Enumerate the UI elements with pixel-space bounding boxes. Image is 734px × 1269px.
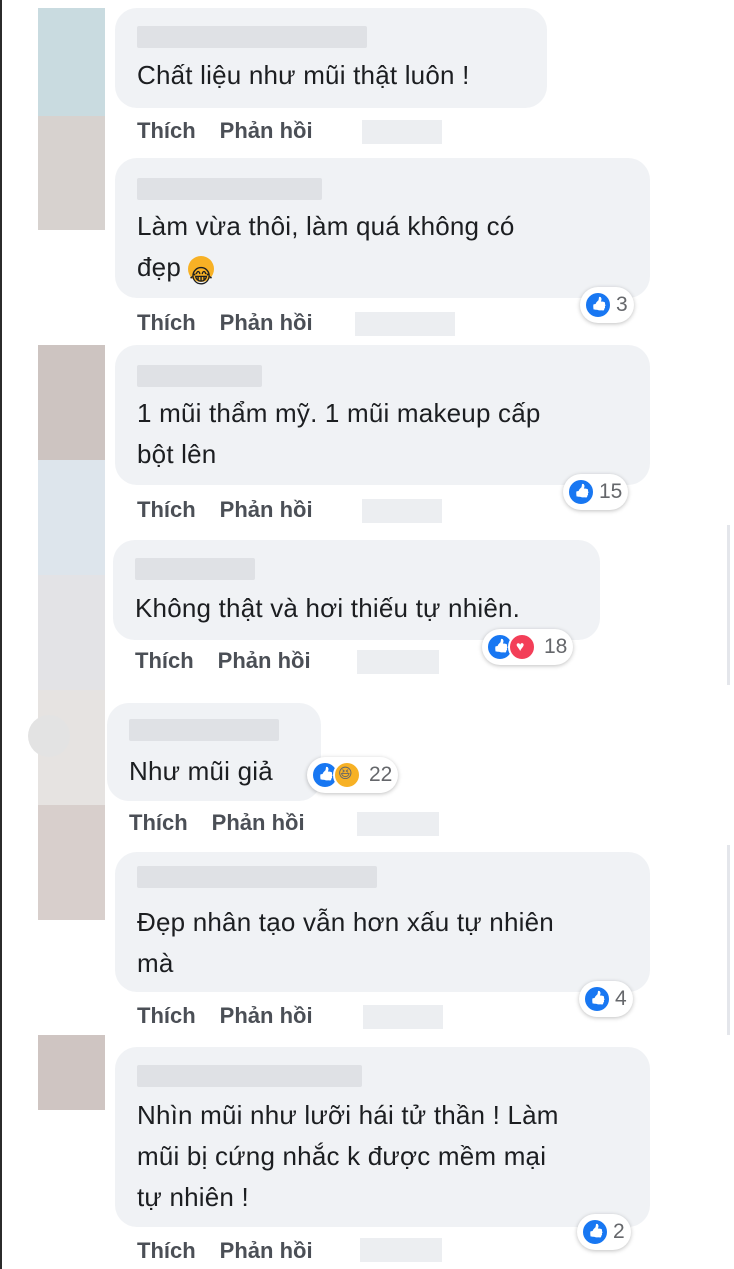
right-border	[727, 525, 730, 685]
comment-text: tự nhiên !	[137, 1182, 249, 1212]
avatar[interactable]	[38, 460, 105, 575]
comment-bubble: Chất liệu như mũi thật luôn !	[115, 8, 547, 108]
comment-text: Không thật và hơi thiếu tự nhiên.	[135, 593, 521, 623]
reply-button[interactable]: Phản hồi	[220, 1003, 313, 1028]
comment-text: Như mũi giả	[129, 756, 273, 786]
comment-bubble: Không thật và hơi thiếu tự nhiên.	[113, 540, 600, 640]
comment-actions: Thích Phản hồi	[135, 648, 335, 674]
timestamp[interactable]	[357, 812, 439, 836]
like-button[interactable]: Thích	[137, 310, 196, 335]
reaction-summary[interactable]: 4	[579, 981, 633, 1017]
comment-actions: Thích Phản hồi	[137, 497, 337, 523]
timestamp[interactable]	[360, 1238, 442, 1262]
commenter-name[interactable]	[137, 26, 367, 48]
comment-actions: Thích Phản hồi	[129, 810, 329, 836]
reaction-summary[interactable]: 18	[482, 629, 574, 665]
laughing-emoji	[188, 256, 215, 298]
comment-text: Đẹp nhân tạo vẫn hơn xấu tự nhiên	[137, 907, 554, 937]
comment-text: mà	[137, 948, 174, 978]
comment-text: 1 mũi thẩm mỹ. 1 mũi makeup cấp	[137, 398, 541, 428]
left-border	[0, 0, 2, 1269]
timestamp[interactable]	[357, 650, 439, 674]
reply-button[interactable]: Phản hồi	[220, 1238, 313, 1263]
reply-button[interactable]: Phản hồi	[212, 810, 305, 835]
comment-text: Làm vừa thôi, làm quá không có	[137, 211, 515, 241]
comment-bubble: Làm vừa thôi, làm quá không có đẹp	[115, 158, 650, 298]
timestamp[interactable]	[355, 312, 455, 336]
reply-button[interactable]: Phản hồi	[218, 648, 311, 673]
comment-text: bột lên	[137, 439, 217, 469]
avatar[interactable]	[38, 116, 105, 230]
comment-text: mũi bị cứng nhắc k được mềm mại	[137, 1141, 547, 1171]
like-button[interactable]: Thích	[137, 1003, 196, 1028]
comment-actions: Thích Phản hồi	[137, 310, 337, 336]
comment-bubble: Nhìn mũi như lưỡi hái tử thần ! Làm mũi …	[115, 1047, 650, 1227]
like-icon	[567, 478, 595, 506]
like-icon	[583, 985, 611, 1013]
haha-icon	[333, 761, 361, 789]
comment-bubble: 1 mũi thẩm mỹ. 1 mũi makeup cấp bột lên	[115, 345, 650, 485]
reaction-count: 18	[544, 635, 568, 658]
avatar[interactable]	[38, 8, 105, 116]
like-button[interactable]: Thích	[137, 1238, 196, 1263]
reaction-count: 4	[615, 987, 627, 1010]
commenter-name[interactable]	[137, 1065, 362, 1087]
comment-actions: Thích Phản hồi	[137, 1003, 337, 1029]
like-icon	[584, 291, 612, 319]
reply-button[interactable]: Phản hồi	[220, 118, 313, 143]
love-icon	[508, 633, 536, 661]
commenter-name[interactable]	[137, 178, 322, 200]
like-icon	[581, 1218, 609, 1246]
timestamp[interactable]	[362, 120, 442, 144]
commenter-name[interactable]	[135, 558, 255, 580]
right-border	[727, 845, 730, 1035]
comment-actions: Thích Phản hồi	[137, 118, 337, 144]
reaction-count: 2	[613, 1220, 625, 1243]
reaction-summary[interactable]: 2	[577, 1214, 631, 1250]
avatar[interactable]	[38, 575, 105, 690]
avatar[interactable]	[38, 1035, 105, 1110]
comment-actions: Thích Phản hồi	[137, 1238, 337, 1264]
reaction-count: 3	[616, 293, 628, 316]
reply-button[interactable]: Phản hồi	[220, 310, 313, 335]
commenter-name[interactable]	[137, 866, 377, 888]
avatar[interactable]	[28, 715, 70, 757]
reaction-summary[interactable]: 22	[307, 757, 399, 793]
comment-bubble: Như mũi giả	[107, 703, 321, 801]
avatar[interactable]	[38, 805, 105, 920]
comment-text: Chất liệu như mũi thật luôn !	[137, 60, 470, 90]
commenter-name[interactable]	[137, 365, 262, 387]
comment-text: Nhìn mũi như lưỡi hái tử thần ! Làm	[137, 1100, 559, 1130]
reaction-count: 22	[369, 763, 393, 786]
reaction-count: 15	[599, 480, 623, 503]
timestamp[interactable]	[363, 1005, 443, 1029]
reply-button[interactable]: Phản hồi	[220, 497, 313, 522]
like-button[interactable]: Thích	[137, 118, 196, 143]
reaction-summary[interactable]: 15	[563, 474, 629, 510]
timestamp[interactable]	[362, 499, 442, 523]
comment-text: đẹp	[137, 247, 215, 298]
avatar[interactable]	[38, 345, 105, 460]
reaction-summary[interactable]: 3	[580, 287, 634, 323]
like-button[interactable]: Thích	[137, 497, 196, 522]
like-button[interactable]: Thích	[129, 810, 188, 835]
like-button[interactable]: Thích	[135, 648, 194, 673]
comment-bubble: Đẹp nhân tạo vẫn hơn xấu tự nhiên mà	[115, 852, 650, 992]
commenter-name[interactable]	[129, 719, 279, 741]
